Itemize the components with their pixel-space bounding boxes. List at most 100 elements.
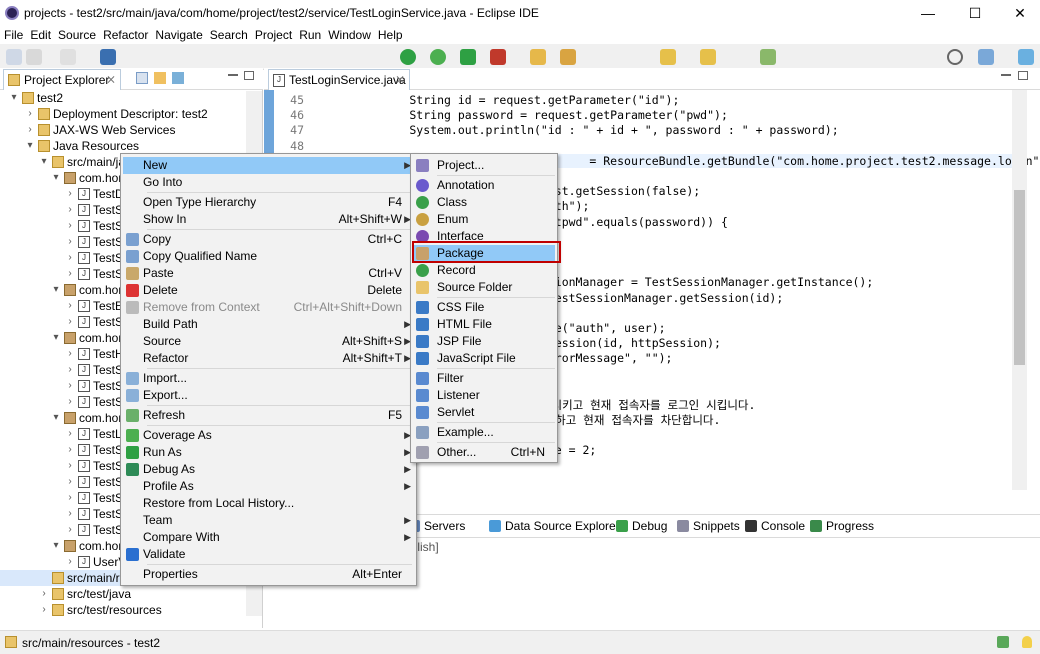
debug-perspective-icon[interactable] — [1018, 49, 1034, 65]
expand-arrow-icon[interactable]: › — [26, 106, 34, 122]
expand-arrow-icon[interactable]: ▾ — [52, 282, 60, 298]
expand-arrow-icon[interactable]: › — [66, 266, 74, 282]
editor-scroll-thumb[interactable] — [1014, 190, 1025, 365]
tab-snippets[interactable]: Snippets — [677, 519, 740, 533]
collapse-all-icon[interactable] — [136, 72, 148, 84]
menu-item-run-as[interactable]: Run As ▶ — [123, 444, 414, 461]
expand-arrow-icon[interactable]: › — [40, 586, 48, 602]
maximize-editor-icon[interactable] — [1018, 71, 1028, 80]
close-tab-icon[interactable]: ⨯ — [106, 72, 116, 86]
code-line[interactable]: String id = request.getParameter("id"); — [354, 93, 679, 107]
expand-arrow-icon[interactable]: › — [66, 522, 74, 538]
tree-item[interactable]: ▾ Java Resources — [0, 138, 250, 154]
menu-item-compare-with[interactable]: Compare With ▶ — [123, 529, 414, 546]
tree-item[interactable]: › src/test/java — [0, 586, 250, 602]
perspective-icon[interactable] — [978, 49, 994, 65]
save-all-icon[interactable] — [100, 49, 116, 65]
expand-arrow-icon[interactable]: › — [66, 554, 74, 570]
submenu-item-listener[interactable]: Listener — [413, 387, 555, 404]
expand-arrow-icon[interactable]: › — [66, 218, 74, 234]
tab-testloginservice[interactable]: J TestLoginService.java ⨯ — [268, 69, 410, 90]
submenu-item-source-folder[interactable]: Source Folder — [413, 279, 555, 296]
menu-item-import[interactable]: Import... — [123, 370, 414, 387]
expand-arrow-icon[interactable]: › — [26, 122, 34, 138]
print-icon[interactable] — [60, 49, 76, 65]
menu-item-paste[interactable]: Paste Ctrl+V — [123, 265, 414, 282]
close-editor-icon[interactable]: ⨯ — [395, 72, 405, 86]
expand-arrow-icon[interactable]: › — [66, 506, 74, 522]
coverage-icon[interactable] — [430, 49, 446, 65]
expand-arrow-icon[interactable]: › — [40, 602, 48, 618]
submenu-item-servlet[interactable]: Servlet — [413, 404, 555, 421]
notifications-icon[interactable] — [997, 636, 1009, 648]
menu-file[interactable]: File — [0, 28, 26, 42]
run-icon[interactable] — [400, 49, 416, 65]
menu-item-go-into[interactable]: Go Into — [123, 174, 414, 191]
menu-item-new[interactable]: New ▶ — [123, 157, 414, 174]
menu-run[interactable]: Run — [295, 28, 324, 42]
menu-item-coverage-as[interactable]: Coverage As ▶ — [123, 427, 414, 444]
expand-arrow-icon[interactable]: ▾ — [52, 330, 60, 346]
expand-arrow-icon[interactable]: › — [66, 442, 74, 458]
tree-item[interactable]: ▾ test2 — [0, 90, 250, 106]
expand-arrow-icon[interactable]: › — [66, 346, 74, 362]
menu-edit[interactable]: Edit — [26, 28, 54, 42]
menu-item-show-in[interactable]: Show In Alt+Shift+W ▶ — [123, 211, 414, 228]
open-type-icon[interactable] — [530, 49, 546, 65]
expand-arrow-icon[interactable]: › — [66, 298, 74, 314]
search-tool-icon[interactable] — [560, 49, 576, 65]
tree-item[interactable]: › Deployment Descriptor: test2 — [0, 106, 250, 122]
submenu-item-record[interactable]: Record — [413, 262, 555, 279]
menu-help[interactable]: Help — [374, 28, 406, 42]
expand-arrow-icon[interactable]: › — [66, 186, 74, 202]
menu-item-copy[interactable]: Copy Ctrl+C — [123, 231, 414, 248]
menu-item-open-type-hierarchy[interactable]: Open Type Hierarchy F4 — [123, 194, 414, 211]
submenu-item-enum[interactable]: Enum — [413, 211, 555, 228]
save-icon[interactable] — [26, 49, 42, 65]
submenu-item-example[interactable]: Example... — [413, 424, 555, 441]
tree-item[interactable]: › src/test/resources — [0, 602, 250, 618]
tree-item[interactable]: › JAX-WS Web Services — [0, 122, 250, 138]
menu-item-refresh[interactable]: Refresh F5 — [123, 407, 414, 424]
menu-item-validate[interactable]: Validate — [123, 546, 414, 563]
menu-item-properties[interactable]: Properties Alt+Enter — [123, 566, 414, 583]
tab-debug[interactable]: Debug — [616, 519, 667, 533]
expand-arrow-icon[interactable]: › — [66, 458, 74, 474]
menu-item-restore-from-local-history[interactable]: Restore from Local History... — [123, 495, 414, 512]
search-icon[interactable] — [947, 49, 963, 65]
submenu-item-jsp-file[interactable]: JSP File — [413, 333, 555, 350]
menu-item-build-path[interactable]: Build Path ▶ — [123, 316, 414, 333]
submenu-item-class[interactable]: Class — [413, 194, 555, 211]
menu-refactor[interactable]: Refactor — [99, 28, 151, 42]
expand-arrow-icon[interactable]: › — [66, 234, 74, 250]
tab-progress[interactable]: Progress — [810, 519, 874, 533]
maximize-view-icon[interactable] — [244, 71, 254, 80]
submenu-item-other[interactable]: Other... Ctrl+N — [413, 444, 555, 461]
expand-arrow-icon[interactable]: ▾ — [52, 410, 60, 426]
expand-arrow-icon[interactable]: › — [66, 490, 74, 506]
expand-arrow-icon[interactable]: › — [66, 426, 74, 442]
minimize-editor-icon[interactable] — [1001, 74, 1011, 76]
code-line[interactable]: String password = request.getParameter("… — [354, 108, 728, 122]
menu-item-remove-from-context[interactable]: Remove from Context Ctrl+Alt+Shift+Down — [123, 299, 414, 316]
submenu-item-html-file[interactable]: HTML File — [413, 316, 555, 333]
tab-console[interactable]: Console — [745, 519, 805, 533]
menu-search[interactable]: Search — [206, 28, 251, 42]
expand-arrow-icon[interactable]: › — [66, 474, 74, 490]
expand-arrow-icon[interactable]: › — [66, 202, 74, 218]
minimize-button[interactable]: — — [905, 0, 951, 28]
tab-data-source-explorer[interactable]: Data Source Explorer — [489, 519, 620, 533]
menu-item-debug-as[interactable]: Debug As ▶ — [123, 461, 414, 478]
submenu-item-filter[interactable]: Filter — [413, 370, 555, 387]
expand-arrow-icon[interactable]: ▾ — [52, 170, 60, 186]
menu-item-profile-as[interactable]: Profile As ▶ — [123, 478, 414, 495]
menu-window[interactable]: Window — [324, 28, 374, 42]
minimize-view-icon[interactable] — [228, 74, 238, 76]
menu-item-team[interactable]: Team ▶ — [123, 512, 414, 529]
submenu-item-css-file[interactable]: CSS File — [413, 299, 555, 316]
forward-icon[interactable] — [700, 49, 716, 65]
menu-item-delete[interactable]: Delete Delete — [123, 282, 414, 299]
expand-arrow-icon[interactable]: › — [66, 362, 74, 378]
expand-arrow-icon[interactable]: › — [66, 314, 74, 330]
expand-arrow-icon[interactable]: › — [66, 250, 74, 266]
